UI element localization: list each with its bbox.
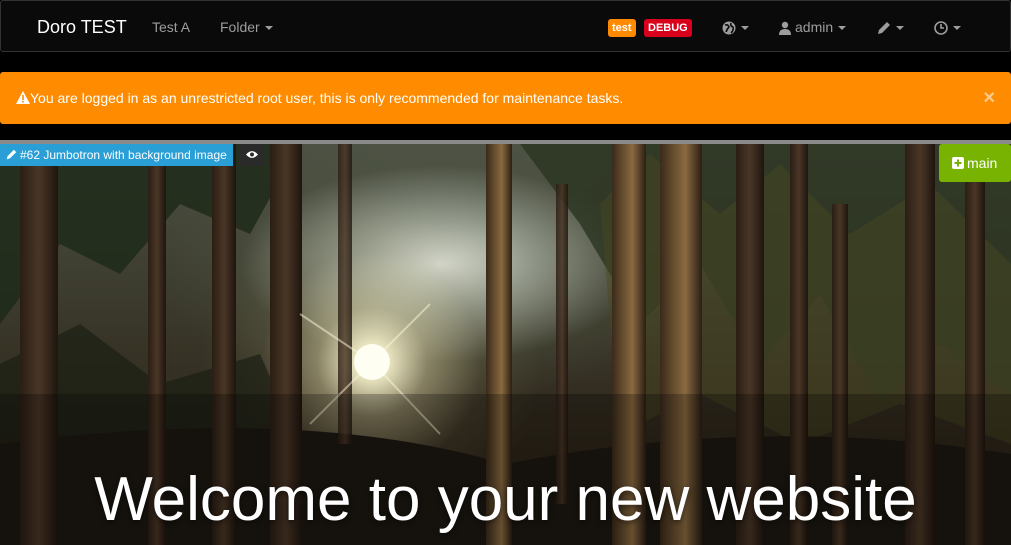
chevron-down-icon: [741, 26, 749, 31]
user-menu-label: admin: [795, 19, 834, 35]
user-icon: [779, 22, 791, 36]
plus-square-icon: [952, 157, 964, 169]
chevron-down-icon: [896, 26, 904, 31]
eye-icon: [246, 151, 258, 158]
nav-item-folder[interactable]: Folder: [220, 18, 273, 36]
env-badge-debug: DEBUG: [644, 19, 692, 37]
jumbotron-hero: Welcome to your new website: [0, 144, 1011, 545]
chevron-down-icon: [953, 26, 961, 31]
nav-item-folder-label: Folder: [220, 19, 260, 35]
edit-mode-menu[interactable]: [877, 18, 904, 36]
block-visibility-toggle[interactable]: [240, 144, 264, 166]
top-navbar: Doro TEST Test A Folder test DEBUG admin: [0, 0, 1011, 52]
pencil-icon: [6, 149, 17, 160]
jumbotron-headline: Welcome to your new website: [94, 465, 917, 534]
nav-item-test-a[interactable]: Test A: [152, 18, 190, 36]
env-badge-test: test: [608, 19, 636, 37]
chevron-down-icon: [838, 26, 847, 31]
block-edit-button[interactable]: #62 Jumbotron with background image: [0, 144, 233, 166]
chevron-down-icon: [264, 26, 273, 31]
brand-link[interactable]: Doro TEST: [37, 16, 127, 38]
history-menu[interactable]: [934, 18, 961, 36]
close-icon[interactable]: ×: [983, 88, 995, 108]
globe-icon: [722, 21, 736, 35]
alert-message: You are logged in as an unrestricted roo…: [30, 90, 624, 106]
add-to-main-label: main: [967, 155, 998, 171]
root-user-warning-alert: You are logged in as an unrestricted roo…: [0, 72, 1011, 124]
pencil-icon: [878, 22, 890, 35]
warning-icon: [16, 91, 30, 104]
user-menu[interactable]: admin: [779, 18, 847, 36]
clock-icon: [934, 21, 948, 36]
language-menu[interactable]: [722, 18, 749, 36]
block-edit-label: #62 Jumbotron with background image: [20, 148, 227, 162]
add-to-main-button[interactable]: main: [939, 144, 1011, 182]
